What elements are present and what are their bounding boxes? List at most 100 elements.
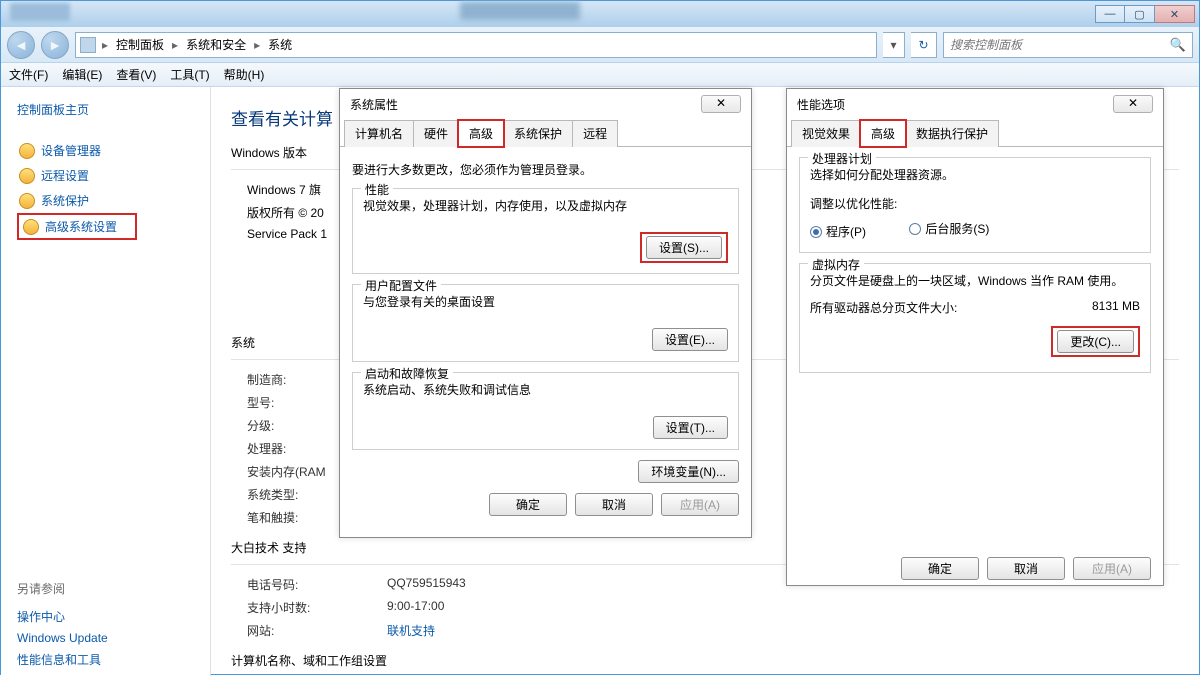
- tab-computer-name[interactable]: 计算机名: [344, 120, 414, 147]
- group-user-profiles-desc: 与您登录有关的桌面设置: [363, 293, 728, 310]
- maximize-button[interactable]: ▢: [1125, 5, 1155, 23]
- group-processor-scheduling-label: 处理器计划: [808, 150, 876, 167]
- performance-options-dialog: 性能选项 ✕ 视觉效果 高级 数据执行保护 处理器计划 选择如何分配处理器资源。…: [786, 88, 1164, 586]
- tab-dep[interactable]: 数据执行保护: [905, 120, 999, 147]
- system-properties-dialog: 系统属性 ✕ 计算机名 硬件 高级 系统保护 远程 要进行大多数更改，您必须作为…: [339, 88, 752, 538]
- section-computer-name: 计算机名称、域和工作组设置: [231, 652, 1179, 669]
- tab-system-protection[interactable]: 系统保护: [503, 120, 573, 147]
- label-phone: 电话号码:: [247, 576, 387, 593]
- shield-icon: [19, 168, 35, 184]
- sidebar-item-label: 高级系统设置: [45, 218, 117, 235]
- sysprops-body: 要进行大多数更改，您必须作为管理员登录。 性能 视觉效果，处理器计划，内存使用，…: [340, 147, 751, 526]
- search-box[interactable]: 🔍: [943, 32, 1193, 58]
- virtual-memory-change-button[interactable]: 更改(C)...: [1057, 330, 1134, 353]
- group-performance-label: 性能: [361, 181, 393, 198]
- crumb-system-security[interactable]: 系统和安全: [180, 36, 252, 53]
- menu-file[interactable]: 文件(F): [9, 66, 48, 83]
- tab-advanced[interactable]: 高级: [860, 120, 906, 147]
- perfopts-body: 处理器计划 选择如何分配处理器资源。 调整以优化性能: 程序(P) 后台服务(S…: [787, 147, 1163, 590]
- perfopts-button-row: 确定 取消 应用(A): [799, 557, 1151, 580]
- sidebar-item-device-manager[interactable]: 设备管理器: [17, 138, 200, 163]
- menu-help[interactable]: 帮助(H): [224, 66, 265, 83]
- close-button[interactable]: ✕: [1155, 5, 1195, 23]
- value-phone: QQ759515943: [387, 576, 466, 593]
- search-icon: 🔍: [1170, 37, 1186, 53]
- radio-dot-icon: [909, 223, 921, 235]
- processor-scheduling-desc: 选择如何分配处理器资源。: [810, 166, 1140, 183]
- dialog-close-button[interactable]: ✕: [701, 95, 741, 113]
- admin-note: 要进行大多数更改，您必须作为管理员登录。: [352, 161, 739, 178]
- ok-button[interactable]: 确定: [489, 493, 567, 516]
- sysprops-button-row: 确定 取消 应用(A): [352, 493, 739, 516]
- sysprops-tabs: 计算机名 硬件 高级 系统保护 远程: [340, 119, 751, 147]
- group-user-profiles-label: 用户配置文件: [361, 277, 441, 294]
- group-startup-recovery-desc: 系统启动、系统失败和调试信息: [363, 381, 728, 398]
- dialog-close-button[interactable]: ✕: [1113, 95, 1153, 113]
- crumb-system[interactable]: 系统: [262, 36, 298, 53]
- apply-button[interactable]: 应用(A): [1073, 557, 1151, 580]
- apply-button[interactable]: 应用(A): [661, 493, 739, 516]
- sidebar-item-system-protection[interactable]: 系统保护: [17, 188, 200, 213]
- see-also-windows-update[interactable]: Windows Update: [17, 628, 200, 648]
- paging-file-total-label: 所有驱动器总分页文件大小:: [810, 299, 1092, 316]
- shield-icon: [23, 219, 39, 235]
- menu-edit[interactable]: 编辑(E): [62, 66, 102, 83]
- value-support-hours: 9:00-17:00: [387, 599, 444, 616]
- ok-button[interactable]: 确定: [901, 557, 979, 580]
- tab-advanced[interactable]: 高级: [458, 120, 504, 147]
- dialog-titlebar: 性能选项 ✕: [787, 89, 1163, 119]
- group-processor-scheduling: 处理器计划 选择如何分配处理器资源。 调整以优化性能: 程序(P) 后台服务(S…: [799, 157, 1151, 253]
- perfopts-tabs: 视觉效果 高级 数据执行保护: [787, 119, 1163, 147]
- group-virtual-memory-label: 虚拟内存: [808, 256, 864, 273]
- sidebar-item-label: 系统保护: [41, 192, 89, 209]
- virtual-memory-desc: 分页文件是硬盘上的一块区域，Windows 当作 RAM 使用。: [810, 272, 1140, 289]
- performance-settings-highlight: 设置(S)...: [640, 232, 728, 263]
- sidebar-item-advanced-system-settings[interactable]: 高级系统设置: [17, 213, 137, 240]
- dialog-title: 性能选项: [797, 96, 845, 113]
- environment-variables-button[interactable]: 环境变量(N)...: [638, 460, 739, 483]
- cancel-button[interactable]: 取消: [987, 557, 1065, 580]
- label-support-hours: 支持小时数:: [247, 599, 387, 616]
- nav-forward-button[interactable]: ►: [41, 31, 69, 59]
- optimize-label: 调整以优化性能:: [810, 195, 1140, 212]
- user-profiles-settings-button[interactable]: 设置(E)...: [652, 328, 728, 351]
- sidebar: 控制面板主页 设备管理器 远程设置 系统保护 高级系统设置 另请参阅 操作中心 …: [1, 87, 211, 676]
- search-input[interactable]: [950, 38, 1170, 52]
- minimize-button[interactable]: —: [1095, 5, 1125, 23]
- radio-dot-icon: [810, 226, 822, 238]
- tab-hardware[interactable]: 硬件: [413, 120, 459, 147]
- tab-visual-effects[interactable]: 视觉效果: [791, 120, 861, 147]
- control-panel-home-link[interactable]: 控制面板主页: [17, 101, 200, 118]
- breadcrumb-dropdown[interactable]: ▾: [883, 32, 905, 58]
- see-also-action-center[interactable]: 操作中心: [17, 605, 200, 628]
- breadcrumb-icon: [80, 37, 96, 53]
- startup-recovery-settings-button[interactable]: 设置(T)...: [653, 416, 728, 439]
- menu-view[interactable]: 查看(V): [116, 66, 156, 83]
- see-also-heading: 另请参阅: [17, 580, 200, 597]
- sidebar-item-remote-settings[interactable]: 远程设置: [17, 163, 200, 188]
- breadcrumb-sep: ▸: [100, 38, 110, 52]
- breadcrumb[interactable]: ▸ 控制面板 ▸ 系统和安全 ▸ 系统: [75, 32, 877, 58]
- label-website: 网站:: [247, 622, 387, 639]
- refresh-button[interactable]: ↻: [911, 32, 937, 58]
- nav-back-button[interactable]: ◄: [7, 31, 35, 59]
- sidebar-item-label: 设备管理器: [41, 142, 101, 159]
- crumb-control-panel[interactable]: 控制面板: [110, 36, 170, 53]
- performance-settings-button[interactable]: 设置(S)...: [646, 236, 722, 259]
- menu-tools[interactable]: 工具(T): [170, 66, 209, 83]
- dialog-title: 系统属性: [350, 96, 398, 113]
- shield-icon: [19, 143, 35, 159]
- paging-file-total-value: 8131 MB: [1092, 299, 1140, 316]
- group-virtual-memory: 虚拟内存 分页文件是硬盘上的一块区域，Windows 当作 RAM 使用。 所有…: [799, 263, 1151, 373]
- cancel-button[interactable]: 取消: [575, 493, 653, 516]
- dialog-titlebar: 系统属性 ✕: [340, 89, 751, 119]
- value-website-link[interactable]: 联机支持: [387, 622, 435, 639]
- see-also-performance[interactable]: 性能信息和工具: [17, 648, 200, 671]
- radio-programs[interactable]: 程序(P): [810, 223, 866, 240]
- tab-remote[interactable]: 远程: [572, 120, 618, 147]
- address-bar: ◄ ► ▸ 控制面板 ▸ 系统和安全 ▸ 系统 ▾ ↻ 🔍: [1, 27, 1199, 63]
- radio-background-services[interactable]: 后台服务(S): [909, 220, 989, 237]
- group-startup-recovery-label: 启动和故障恢复: [361, 365, 453, 382]
- group-startup-recovery: 启动和故障恢复 系统启动、系统失败和调试信息 设置(T)...: [352, 372, 739, 450]
- shield-icon: [19, 193, 35, 209]
